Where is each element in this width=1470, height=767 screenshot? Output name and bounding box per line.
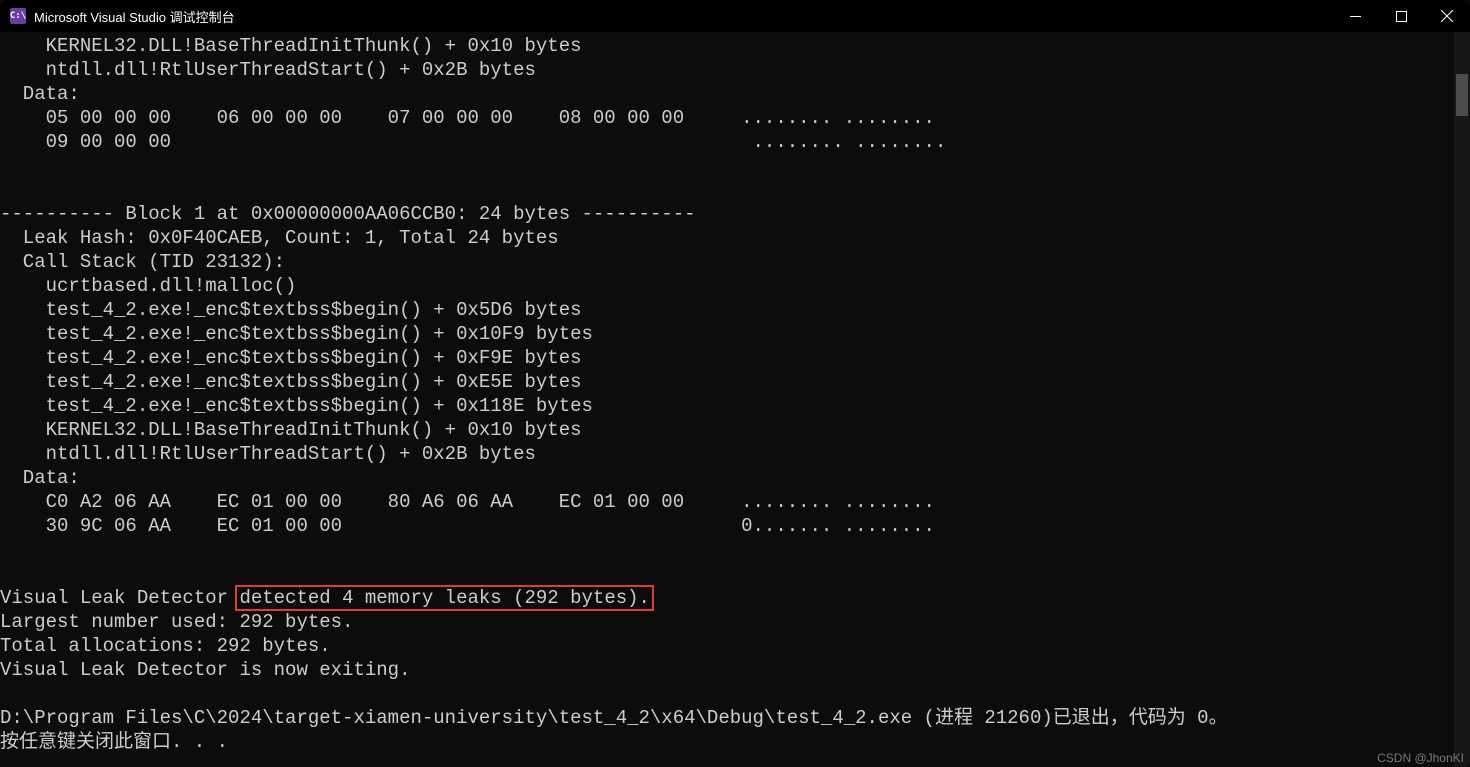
console-line: [0, 562, 1454, 586]
console-line: test_4_2.exe!_enc$textbss$begin() + 0x11…: [0, 394, 1454, 418]
console-line: [0, 154, 1454, 178]
console-line: KERNEL32.DLL!BaseThreadInitThunk() + 0x1…: [0, 34, 1454, 58]
console-line: test_4_2.exe!_enc$textbss$begin() + 0xF9…: [0, 346, 1454, 370]
console-line: Call Stack (TID 23132):: [0, 250, 1454, 274]
console-line: Data:: [0, 82, 1454, 106]
console-line: 09 00 00 00 ........ ........: [0, 130, 1454, 154]
console-line: test_4_2.exe!_enc$textbss$begin() + 0xE5…: [0, 370, 1454, 394]
console-line: [0, 682, 1454, 706]
console-line: ntdll.dll!RtlUserThreadStart() + 0x2B by…: [0, 58, 1454, 82]
vertical-scrollbar[interactable]: [1454, 32, 1470, 767]
console-line: Total allocations: 292 bytes.: [0, 634, 1454, 658]
console-text: Visual Leak Detector: [0, 587, 239, 609]
console-line: KERNEL32.DLL!BaseThreadInitThunk() + 0x1…: [0, 418, 1454, 442]
console-line: test_4_2.exe!_enc$textbss$begin() + 0x10…: [0, 322, 1454, 346]
console-line: 05 00 00 00 06 00 00 00 07 00 00 00 08 0…: [0, 106, 1454, 130]
debug-console-window: C:\ Microsoft Visual Studio 调试控制台 KERNEL…: [0, 0, 1470, 767]
window-title: Microsoft Visual Studio 调试控制台: [34, 7, 235, 26]
console-line: [0, 538, 1454, 562]
console-line: ntdll.dll!RtlUserThreadStart() + 0x2B by…: [0, 442, 1454, 466]
app-icon: C:\: [10, 8, 26, 24]
console-line: Visual Leak Detector detected 4 memory l…: [0, 586, 1454, 610]
console-line: Data:: [0, 466, 1454, 490]
console-line: 30 9C 06 AA EC 01 00 00 0....... .......…: [0, 514, 1454, 538]
console-line: D:\Program Files\C\2024\target-xiamen-un…: [0, 706, 1454, 730]
console-line: 按任意键关闭此窗口. . .: [0, 730, 1454, 754]
minimize-button[interactable]: [1332, 0, 1378, 32]
console-line: ---------- Block 1 at 0x00000000AA06CCB0…: [0, 202, 1454, 226]
console-line: Leak Hash: 0x0F40CAEB, Count: 1, Total 2…: [0, 226, 1454, 250]
console-line: [0, 178, 1454, 202]
console-output: KERNEL32.DLL!BaseThreadInitThunk() + 0x1…: [0, 32, 1454, 767]
console-line: C0 A2 06 AA EC 01 00 00 80 A6 06 AA EC 0…: [0, 490, 1454, 514]
scrollbar-thumb[interactable]: [1456, 74, 1468, 116]
console-line: Largest number used: 292 bytes.: [0, 610, 1454, 634]
leak-summary-text: detected 4 memory leaks (292 bytes).: [239, 587, 649, 609]
console-line: ucrtbased.dll!malloc(): [0, 274, 1454, 298]
console-line: Visual Leak Detector is now exiting.: [0, 658, 1454, 682]
console-line: test_4_2.exe!_enc$textbss$begin() + 0x5D…: [0, 298, 1454, 322]
close-button[interactable]: [1424, 0, 1470, 32]
watermark-text: CSDN @JhonKI: [1377, 751, 1464, 765]
maximize-button[interactable]: [1378, 0, 1424, 32]
titlebar[interactable]: C:\ Microsoft Visual Studio 调试控制台: [0, 0, 1470, 32]
